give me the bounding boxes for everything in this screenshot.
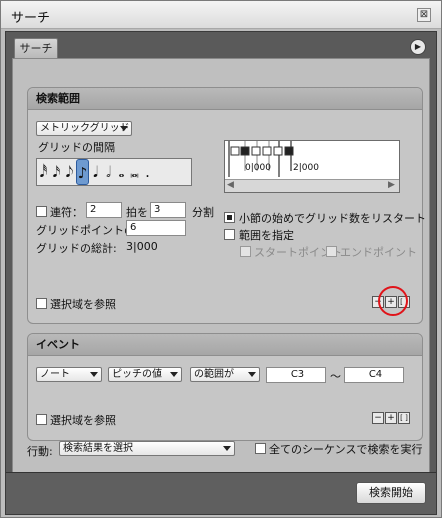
chevron-down-icon bbox=[248, 372, 256, 377]
specify-range-label: 範囲を指定 bbox=[239, 229, 294, 242]
chevron-down-icon bbox=[90, 372, 98, 377]
grid-ruler-label-1: 0|000 bbox=[245, 163, 271, 173]
search-range-group: 検索範囲 メトリックグリッド グリッドの間隔 𝅘𝅥𝅰 𝅘𝅥𝅯 𝅘𝅥𝅮 ♪ 𝅘𝅥 … bbox=[27, 87, 426, 324]
scroll-right-icon[interactable]: ▶ bbox=[388, 180, 395, 190]
note-value-selector[interactable]: 𝅘𝅥𝅰 𝅘𝅥𝅯 𝅘𝅥𝅮 ♪ 𝅘𝅥 𝅗𝅥 𝅝 𝅜 . bbox=[36, 158, 192, 186]
chevron-down-icon bbox=[120, 126, 128, 131]
pitch-from-input[interactable]: C3 bbox=[266, 367, 326, 383]
event-bracket-button[interactable]: [ ] bbox=[398, 412, 410, 424]
specify-range-checkbox[interactable] bbox=[224, 229, 235, 240]
note-dot-icon[interactable]: . bbox=[141, 159, 154, 185]
grid-type-dropdown[interactable]: メトリックグリッド bbox=[36, 121, 132, 136]
grid-total-label: グリッドの総計: bbox=[36, 242, 117, 255]
note-32nd-icon[interactable]: 𝅘𝅥𝅯 bbox=[50, 159, 63, 185]
grid-type-value: メトリックグリッド bbox=[40, 123, 130, 134]
tuplet-beats-input[interactable]: 3 bbox=[150, 202, 186, 218]
panel-body: 検索範囲 メトリックグリッド グリッドの間隔 𝅘𝅥𝅰 𝅘𝅥𝅯 𝅘𝅥𝅮 ♪ 𝅘𝅥 … bbox=[12, 58, 430, 502]
event-property-dropdown[interactable]: ピッチの値 bbox=[108, 367, 182, 382]
pitch-to-input[interactable]: C4 bbox=[344, 367, 404, 383]
tuplet-checkbox[interactable] bbox=[36, 206, 47, 217]
event-plus-button[interactable]: + bbox=[385, 412, 397, 424]
tuplet-count-input[interactable]: 2 bbox=[86, 202, 122, 218]
chevron-down-icon bbox=[223, 446, 231, 451]
close-icon[interactable]: ⊠ bbox=[417, 8, 431, 22]
window-title: サーチ bbox=[11, 11, 51, 26]
note-quarter-icon[interactable]: 𝅘𝅥 bbox=[89, 159, 102, 185]
chevron-down-icon bbox=[170, 372, 178, 377]
title-bar: サーチ ⊠ bbox=[1, 1, 441, 29]
note-16th-icon[interactable]: 𝅘𝅥𝅮 bbox=[63, 159, 76, 185]
note-half-icon[interactable]: 𝅗𝅥 bbox=[102, 159, 115, 185]
event-condition-value: の範囲が bbox=[194, 369, 234, 380]
tab-search[interactable]: サーチ bbox=[14, 38, 58, 58]
event-type-dropdown[interactable]: ノート bbox=[36, 367, 102, 382]
search-range-header: 検索範囲 bbox=[28, 88, 422, 110]
start-point-checkbox[interactable] bbox=[240, 246, 251, 257]
note-whole-icon[interactable]: 𝅝 bbox=[115, 159, 128, 185]
end-point-checkbox[interactable] bbox=[326, 246, 337, 257]
event-property-value: ピッチの値 bbox=[112, 369, 162, 380]
range-tilde: 〜 bbox=[330, 370, 341, 383]
all-sequences-label: 全てのシーケンスで検索を実行 bbox=[269, 443, 423, 456]
restart-at-bar-checkbox[interactable] bbox=[224, 212, 235, 223]
restart-at-bar-label: 小節の始めでグリッド数をリスタート bbox=[239, 212, 426, 225]
grid-interval-label: グリッドの間隔 bbox=[38, 141, 115, 154]
event-type-value: ノート bbox=[40, 369, 70, 380]
start-search-button[interactable]: 検索開始 bbox=[356, 482, 426, 504]
scroll-left-icon[interactable]: ◀ bbox=[227, 180, 234, 190]
range-ref-selection-label: 選択域を参照 bbox=[50, 298, 116, 311]
panel-menu-icon[interactable]: ▶ bbox=[410, 39, 426, 55]
event-ref-selection-label: 選択域を参照 bbox=[50, 414, 116, 427]
end-point-label: エンドポイント bbox=[340, 246, 417, 259]
tuplet-label: 連符： bbox=[50, 206, 83, 219]
tuplet-split-label: 分割 bbox=[192, 206, 214, 219]
note-breve-icon[interactable]: 𝅜 bbox=[128, 159, 141, 185]
search-window: サーチ ⊠ サーチ ▶ 検索範囲 メトリックグリッド グリッドの間隔 𝅘𝅥𝅰 𝅘… bbox=[0, 0, 442, 518]
action-value: 検索結果を選択 bbox=[63, 443, 133, 454]
red-circle-annotation bbox=[378, 286, 408, 316]
range-ref-selection-checkbox[interactable] bbox=[36, 298, 47, 309]
event-condition-dropdown[interactable]: の範囲が bbox=[190, 367, 260, 382]
event-ref-selection-checkbox[interactable] bbox=[36, 414, 47, 425]
note-eighth-icon[interactable]: ♪ bbox=[76, 159, 89, 185]
all-sequences-checkbox[interactable] bbox=[255, 443, 266, 454]
grid-preview: 0|000 2|000 ◀ ▶ bbox=[224, 140, 400, 193]
event-group: イベント ノート ピッチの値 の範囲が C3 〜 C4 選択域を参照 − + [… bbox=[27, 333, 423, 441]
action-label: 行動: bbox=[27, 445, 53, 458]
note-64th-icon[interactable]: 𝅘𝅥𝅰 bbox=[37, 159, 50, 185]
event-header: イベント bbox=[28, 334, 422, 356]
grid-points-input[interactable]: 6 bbox=[126, 220, 186, 236]
event-minus-button[interactable]: − bbox=[372, 412, 384, 424]
grid-ruler-label-2: 2|000 bbox=[293, 163, 319, 173]
content-frame: サーチ ▶ 検索範囲 メトリックグリッド グリッドの間隔 𝅘𝅥𝅰 𝅘𝅥𝅯 𝅘𝅥𝅮… bbox=[5, 31, 437, 515]
tuplet-beats-label: 拍を bbox=[126, 206, 148, 219]
grid-scrollbar[interactable]: ◀ ▶ bbox=[225, 179, 399, 192]
grid-total-value: 3|000 bbox=[126, 240, 158, 253]
action-dropdown[interactable]: 検索結果を選択 bbox=[59, 441, 235, 456]
